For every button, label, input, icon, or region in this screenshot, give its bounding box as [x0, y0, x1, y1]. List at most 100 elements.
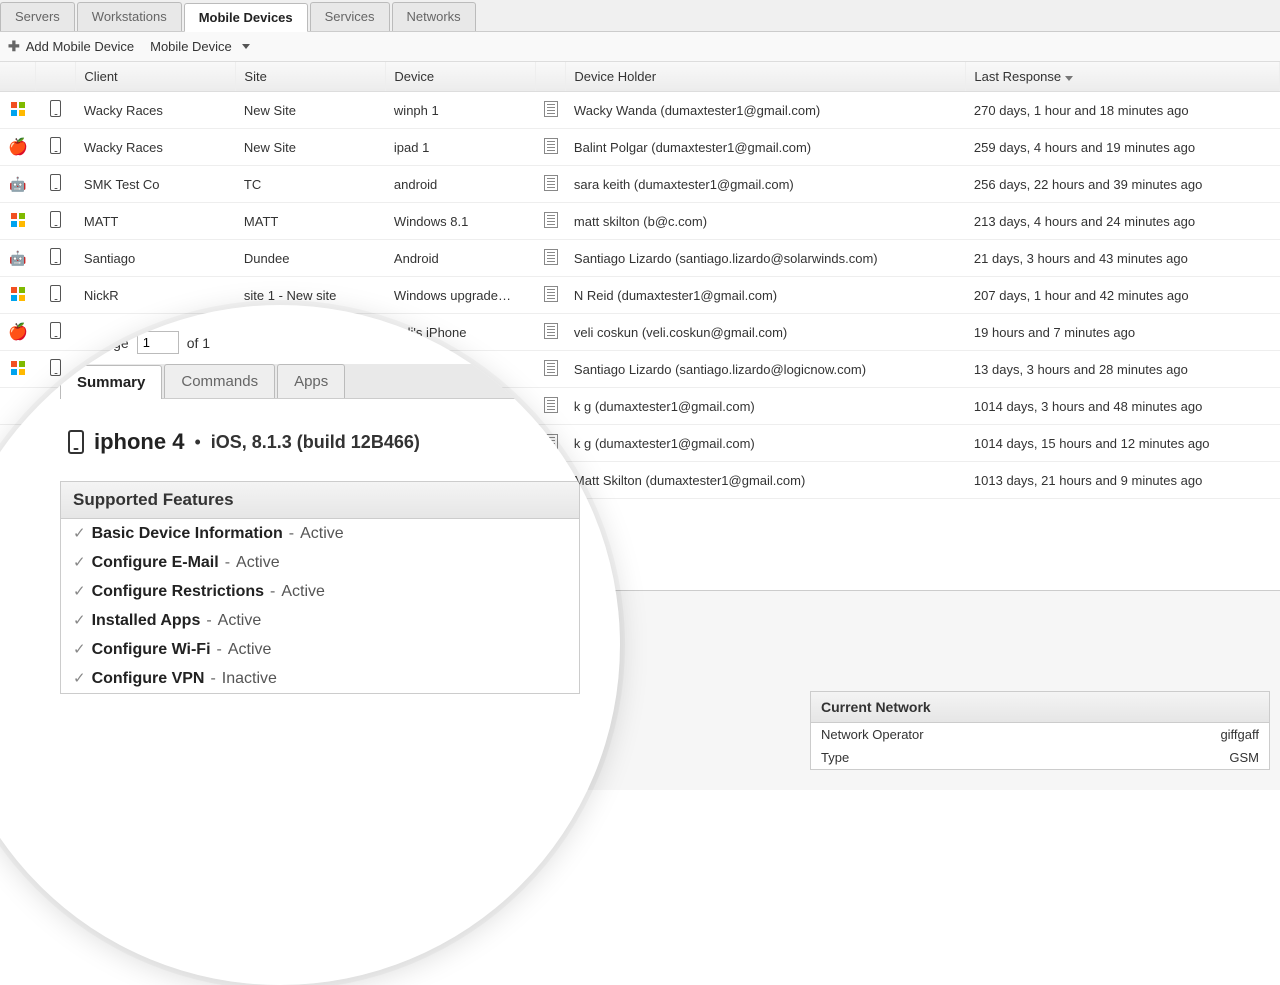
mobile-device-menu[interactable]: Mobile Device — [150, 39, 250, 54]
network-type-label: Type — [821, 750, 849, 765]
apple-icon: 🍎 — [8, 139, 28, 156]
feature-status: Active — [218, 612, 262, 630]
cell-site: New Site — [236, 129, 386, 166]
feature-row: ✓Configure Restrictions - Active — [61, 577, 579, 606]
col-last-response[interactable]: Last Response — [966, 62, 1280, 92]
tab-servers[interactable]: Servers — [0, 2, 75, 31]
phone-icon — [50, 100, 61, 117]
network-operator-row: Network Operator giffgaff — [811, 723, 1269, 746]
sort-desc-icon — [1065, 76, 1073, 81]
feature-status: Active — [236, 554, 280, 572]
cell-last-response: 1014 days, 15 hours and 12 minutes ago — [966, 425, 1280, 462]
detail-tab-commands[interactable]: Commands — [164, 364, 275, 398]
feature-row: ✓Configure VPN - Inactive — [61, 664, 579, 693]
feature-name: Configure Wi-Fi — [92, 641, 211, 659]
cell-holder: Santiago Lizardo (santiago.lizardo@solar… — [566, 240, 966, 277]
cell-last-response: 207 days, 1 hour and 42 minutes ago — [966, 277, 1280, 314]
cell-site: TC — [236, 166, 386, 203]
pager: ◀ Page of 1 — [60, 327, 580, 358]
table-row[interactable]: NickRsite 1 - New siteWindows upgrade…N … — [0, 277, 1280, 314]
cell-holder: sara keith (dumaxtester1@gmail.com) — [566, 166, 966, 203]
feature-row: ✓Basic Device Information - Active — [61, 519, 579, 548]
check-icon: ✓ — [73, 640, 86, 658]
table-row[interactable]: Wacky RacesNew Sitewinph 1Wacky Wanda (d… — [0, 92, 1280, 129]
windows-icon — [11, 361, 25, 375]
toolbar: ✚ Add Mobile Device Mobile Device — [0, 32, 1280, 62]
pager-page-label: Page — [96, 335, 129, 351]
cell-last-response: 213 days, 4 hours and 24 minutes ago — [966, 203, 1280, 240]
col-device[interactable]: Device — [386, 62, 536, 92]
cell-holder: k g (dumaxtester1@gmail.com) — [566, 388, 966, 425]
building-icon — [544, 286, 558, 302]
cell-last-response: 1013 days, 21 hours and 9 minutes ago — [966, 462, 1280, 499]
feature-status: Active — [281, 583, 325, 601]
phone-icon — [50, 174, 61, 191]
feature-name: Configure VPN — [92, 670, 205, 688]
windows-icon — [11, 213, 25, 227]
network-operator-label: Network Operator — [821, 727, 924, 742]
android-icon: 🤖 — [9, 176, 26, 192]
current-network-header: Current Network — [811, 692, 1269, 723]
menu-label: Mobile Device — [150, 39, 232, 54]
table-row[interactable]: 🤖SantiagoDundeeAndroidSantiago Lizardo (… — [0, 240, 1280, 277]
cell-client: MATT — [76, 203, 236, 240]
supported-features-panel: Supported Features ✓Basic Device Informa… — [60, 481, 580, 694]
tab-networks[interactable]: Networks — [392, 2, 476, 31]
cell-client: SMK Test Co — [76, 166, 236, 203]
cell-last-response: 19 hours and 7 minutes ago — [966, 314, 1280, 351]
check-icon: ✓ — [73, 582, 86, 600]
col-client[interactable]: Client — [76, 62, 236, 92]
cell-device: Windows 8.1 — [386, 203, 536, 240]
feature-name: Configure E-Mail — [92, 554, 219, 572]
cell-holder: matt skilton (b@c.com) — [566, 203, 966, 240]
cell-last-response: 256 days, 22 hours and 39 minutes ago — [966, 166, 1280, 203]
cell-device: android — [386, 166, 536, 203]
tab-workstations[interactable]: Workstations — [77, 2, 182, 31]
device-os: iOS, 8.1.3 (build 12B466) — [211, 432, 420, 453]
cell-device: Windows upgrade… — [386, 277, 536, 314]
check-icon: ✓ — [73, 524, 86, 542]
phone-icon — [50, 285, 61, 302]
network-operator-value: giffgaff — [1220, 727, 1259, 742]
check-icon: ✓ — [73, 669, 86, 687]
col-device-icon[interactable] — [36, 62, 76, 92]
cell-holder: Santiago Lizardo (santiago.lizardo@logic… — [566, 351, 966, 388]
col-holder[interactable]: Device Holder — [566, 62, 966, 92]
building-icon — [544, 101, 558, 117]
tab-mobile-devices[interactable]: Mobile Devices — [184, 3, 308, 32]
detail-tabs: Summary Commands Apps — [60, 364, 580, 399]
col-os-icon[interactable] — [0, 62, 36, 92]
device-name: iphone 4 — [94, 429, 184, 455]
feature-row: ✓Configure E-Mail - Active — [61, 548, 579, 577]
add-mobile-device-button[interactable]: ✚ Add Mobile Device — [8, 38, 134, 55]
detail-tab-summary[interactable]: Summary — [60, 365, 162, 399]
col-site[interactable]: Site — [236, 62, 386, 92]
col-building-icon[interactable] — [536, 62, 566, 92]
add-label: Add Mobile Device — [26, 39, 134, 54]
pager-page-input[interactable] — [137, 331, 179, 354]
building-icon — [544, 212, 558, 228]
table-row[interactable]: MATTMATTWindows 8.1matt skilton (b@c.com… — [0, 203, 1280, 240]
cell-device: Android — [386, 240, 536, 277]
pager-prev-button[interactable]: ◀ — [66, 332, 88, 354]
cell-device: ipad 1 — [386, 129, 536, 166]
cell-site: New Site — [236, 92, 386, 129]
tab-services[interactable]: Services — [310, 2, 390, 31]
apple-icon: 🍎 — [8, 324, 28, 341]
cell-holder: Matt Skilton (dumaxtester1@gmail.com) — [566, 462, 966, 499]
feature-name: Configure Restrictions — [92, 583, 264, 601]
table-row[interactable]: 🍎Wacky RacesNew Siteipad 1Balint Polgar … — [0, 129, 1280, 166]
cell-site: MATT — [236, 203, 386, 240]
magnifier-overlay: ◀ Page of 1 Summary Commands Apps iphone… — [0, 305, 620, 985]
network-type-value: GSM — [1229, 750, 1259, 765]
detail-tab-apps[interactable]: Apps — [277, 364, 345, 398]
table-row[interactable]: 🤖 SMK Test CoTCandroid sara keith (dumaxte… — [0, 166, 1280, 203]
cell-client: Santiago — [76, 240, 236, 277]
cell-device: winph 1 — [386, 92, 536, 129]
chevron-down-icon — [242, 44, 250, 49]
cell-last-response: 270 days, 1 hour and 18 minutes ago — [966, 92, 1280, 129]
feature-status: Active — [300, 525, 344, 543]
feature-status: Active — [228, 641, 272, 659]
feature-name: Basic Device Information — [92, 525, 283, 543]
building-icon — [544, 175, 558, 191]
